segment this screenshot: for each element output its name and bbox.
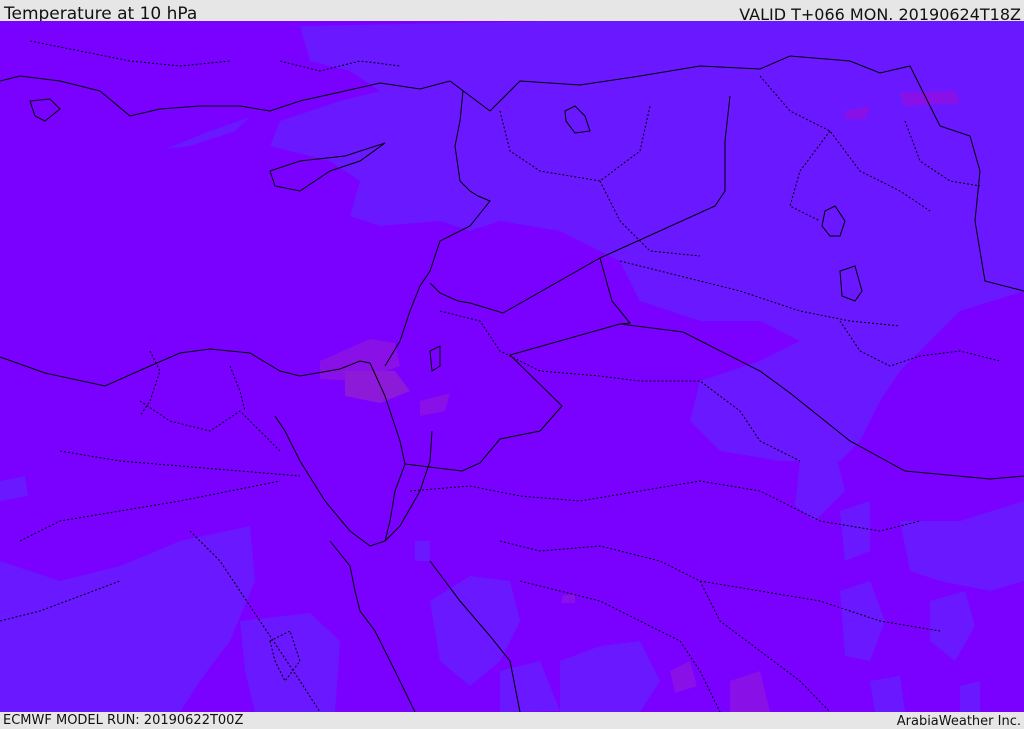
temperature-map [0, 21, 1024, 712]
header-bar: Temperature at 10 hPa VALID T+066 MON. 2… [0, 0, 1024, 24]
credit-label: ArabiaWeather Inc. [896, 714, 1021, 729]
model-run-label: ECMWF MODEL RUN: 20190622T00Z [3, 713, 244, 728]
map-canvas [0, 21, 1024, 712]
footer-bar: ECMWF MODEL RUN: 20190622T00Z ArabiaWeat… [0, 712, 1024, 729]
